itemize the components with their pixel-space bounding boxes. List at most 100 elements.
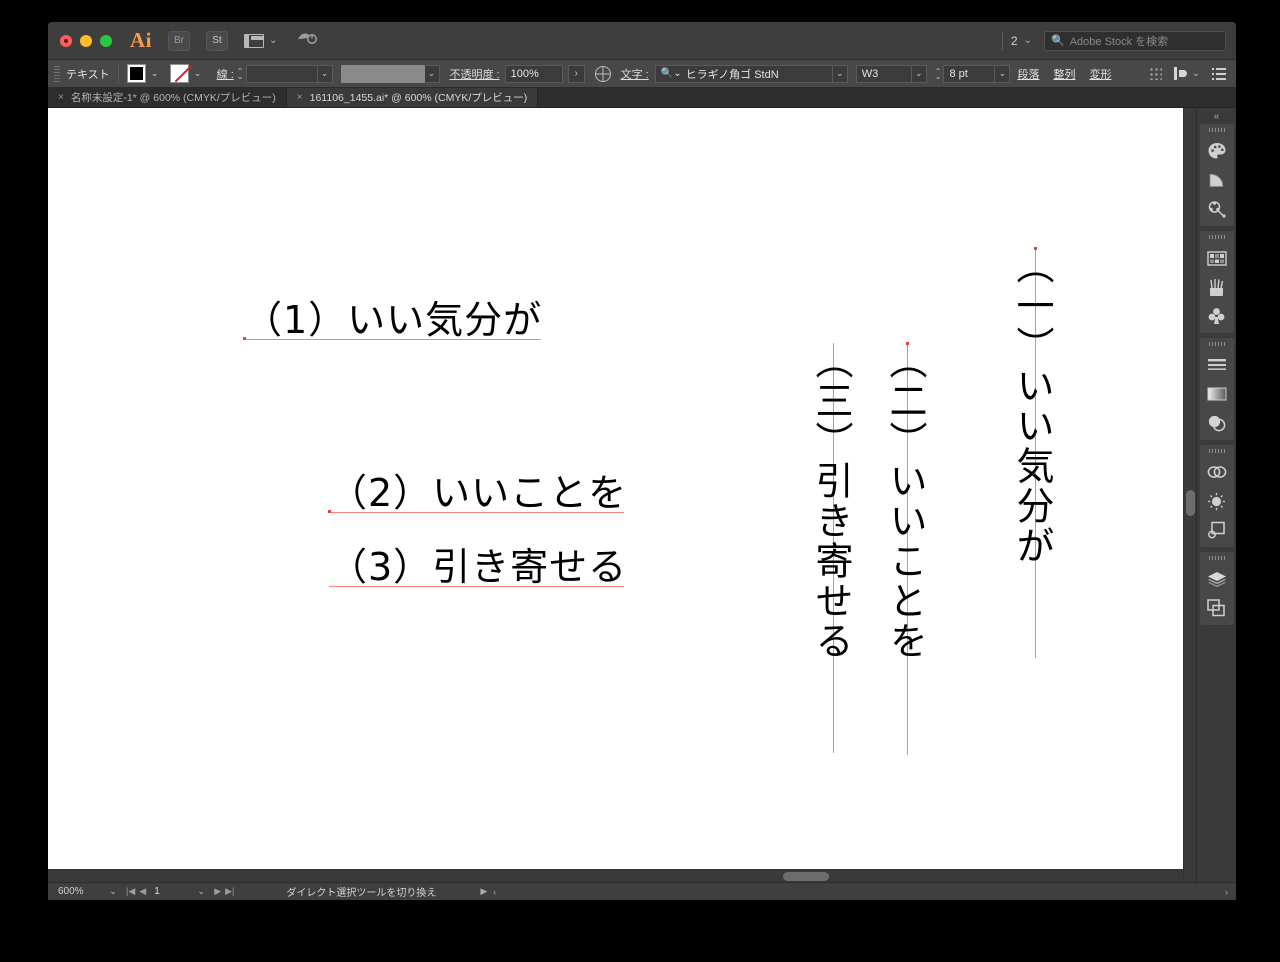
fill-swatch[interactable] [126,64,146,83]
zoom-window-button[interactable] [100,34,112,47]
recolor-artwork-icon[interactable] [1206,198,1228,220]
notification-count[interactable]: 2 [1011,34,1018,48]
dock-group-color [1199,124,1234,226]
font-style-field[interactable]: W3 [855,64,912,83]
page-number-field[interactable]: 1 [154,886,192,897]
artboard-dropdown[interactable]: ⌄ [192,886,210,897]
chevron-down-icon[interactable]: ⌄ [1024,35,1032,46]
creative-cloud-icon[interactable] [297,30,318,51]
status-bar-tail[interactable]: › [1225,887,1236,897]
divider [117,64,119,83]
font-family-dropdown[interactable]: ⌄ [832,64,848,83]
status-resize-handle[interactable]: ‹ [493,887,496,897]
font-style-dropdown[interactable]: ⌄ [911,64,927,83]
swatches-icon[interactable] [1206,247,1228,269]
stroke-panel-icon[interactable] [1206,354,1228,376]
layers-icon[interactable] [1206,568,1228,590]
distribute-icon[interactable] [1148,67,1162,80]
horizontal-scrollbar[interactable] [48,869,1183,882]
control-bar-grip[interactable] [54,65,60,82]
document-tab-2[interactable]: × 161106_1455.ai* @ 600% (CMYK/プレビュー) [286,88,539,107]
chevron-down-icon: ⌄ [1191,68,1200,79]
stroke-profile-field[interactable] [340,64,425,83]
align-options-button[interactable]: ⌄ [1173,67,1200,80]
appearance-icon[interactable] [1206,490,1228,512]
close-icon[interactable]: × [297,92,303,103]
dock-group-assets [1199,231,1234,333]
font-size-field[interactable]: 8 pt [943,64,996,83]
collapse-panels-button[interactable]: « [1197,108,1236,124]
stock-button[interactable]: St [206,30,228,51]
panel-dock: « [1196,108,1236,882]
document-tab-1[interactable]: × 名称未設定-1* @ 600% (CMYK/プレビュー) [48,88,287,107]
align-panel-button[interactable]: 整列 [1053,66,1075,82]
chevron-down-icon[interactable]: ⌄ [148,64,162,83]
status-expand-button[interactable]: ▶ [480,886,487,897]
vertical-text-object-3[interactable]: （三）引き寄せる [809,341,853,661]
text-baseline-3 [329,586,624,587]
page-nav-first[interactable]: |◀ [126,886,135,897]
zoom-dropdown[interactable]: ⌄ [104,886,122,897]
zoom-level-field[interactable]: 600% [52,886,104,897]
artboards-icon[interactable] [1206,597,1228,619]
page-nav-prev[interactable]: ◀ [139,886,146,897]
font-family-field[interactable]: 🔍⌄ ヒラギノ角ゴ StdN [654,64,833,83]
vertical-text-object-2[interactable]: （二）いいことを [883,341,927,661]
panel-grip[interactable] [1208,342,1225,346]
panel-grip[interactable] [1208,128,1225,132]
text-object-line-2[interactable]: （2）いいことを [329,462,627,517]
font-size-stepper[interactable]: ⌃ ⌄ [935,67,942,80]
artboard[interactable]: （1）いい気分が （2）いいことを （3）引き寄せる （一）いい気分が （二）い… [48,108,1183,869]
opacity-field[interactable]: 100% [504,64,563,83]
symbols-icon[interactable] [1206,305,1228,327]
bridge-button[interactable]: Br [168,30,190,51]
panel-grip[interactable] [1208,556,1225,560]
panel-grip[interactable] [1208,449,1225,453]
vertical-scrollbar[interactable] [1183,108,1196,882]
brushes-icon[interactable] [1206,276,1228,298]
window-controls[interactable] [60,34,112,47]
minimize-window-button[interactable] [80,34,92,47]
opacity-expand-button[interactable]: › [567,64,585,83]
stroke-weight-dropdown[interactable]: ⌄ [317,64,333,83]
stock-search-input[interactable]: 🔍 Adobe Stock を検索 [1044,30,1226,51]
text-anchor-point-2[interactable] [328,510,331,513]
font-size-dropdown[interactable]: ⌄ [995,64,1011,83]
graphic-styles-icon[interactable] [1206,519,1228,541]
fill-control[interactable]: ⌄ [126,64,162,83]
stroke-weight-stepper[interactable]: ⌃ ⌄ [237,67,244,80]
transform-panel-button[interactable]: 変形 [1089,66,1111,82]
text-anchor-point-1[interactable] [243,337,246,340]
page-nav-next[interactable]: ▶ [214,886,221,897]
character-label: 文字 : [620,68,649,81]
creative-cloud-libraries-icon[interactable] [1206,461,1228,483]
chevron-down-icon[interactable]: ⌄ [191,64,205,83]
page-nav-last[interactable]: ▶| [225,886,234,897]
color-guide-icon[interactable] [1206,169,1228,191]
vertical-scrollbar-thumb[interactable] [1186,490,1195,516]
recolor-artwork-icon[interactable] [594,65,611,82]
dock-group-appearance [1199,338,1234,440]
workspace-switcher-button[interactable]: ⌄ [244,33,277,48]
color-palette-icon[interactable] [1206,140,1228,162]
stroke-weight-field[interactable] [245,64,318,83]
illustrator-window: Ai Br St ⌄ 2 ⌄ 🔍 Adobe Stock を検索 テキスト ⌄ … [48,22,1236,900]
document-setup-icon[interactable] [1212,67,1226,80]
gradient-icon[interactable] [1206,383,1228,405]
opacity-label: 不透明度 : [449,68,500,81]
canvas-viewport[interactable]: （1）いい気分が （2）いいことを （3）引き寄せる （一）いい気分が （二）い… [48,108,1183,869]
horizontal-scrollbar-thumb[interactable] [783,872,829,881]
vertical-text-object-1[interactable]: （一）いい気分が [1010,246,1054,566]
paragraph-panel-button[interactable]: 段落 [1017,66,1039,82]
opacity-control[interactable]: 不透明度 : 100% › [449,64,585,83]
stroke-control[interactable]: ⌄ [169,64,205,83]
panel-grip[interactable] [1208,235,1225,239]
stroke-profile-dropdown[interactable]: ⌄ [424,64,440,83]
transparency-icon[interactable] [1206,412,1228,434]
close-icon[interactable]: × [58,92,64,103]
stroke-swatch[interactable] [169,64,189,83]
text-object-line-3[interactable]: （3）引き寄せる [329,536,627,591]
text-object-line-1[interactable]: （1）いい気分が [244,289,542,344]
control-bar: テキスト ⌄ ⌄ 線 : ⌃ ⌄ ⌄ ⌄ 不透明度 : 100% › 文字 : 🔍… [48,60,1236,88]
close-window-button[interactable] [60,34,72,47]
